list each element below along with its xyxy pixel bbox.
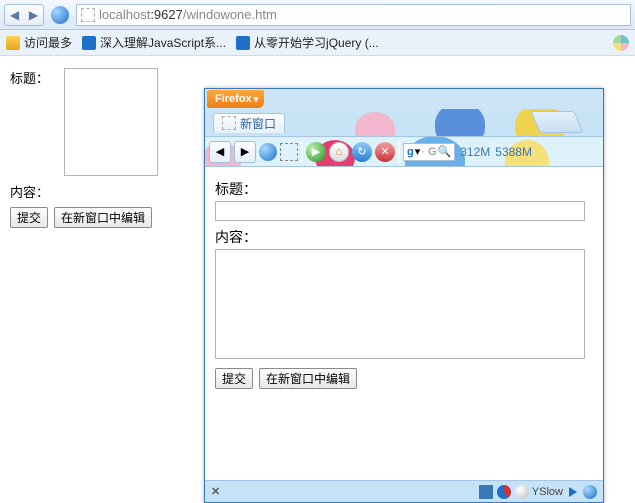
flower-icon (613, 35, 629, 51)
separator (398, 141, 400, 163)
outer-submit-button[interactable]: 提交 (10, 207, 48, 228)
back-button[interactable]: ◀ (10, 8, 19, 22)
tab-label: 新窗口 (240, 115, 276, 132)
inner-toolbar: ◀ ▶ ▶ ⌂ ↻ ✕ g ▾ · G 🔍 312M 5388M (205, 137, 603, 167)
firefox-menu-button[interactable]: Firefox ▾ (207, 90, 264, 108)
inner-back-button[interactable]: ◀ (209, 141, 231, 163)
url-path: /windowone.htm (183, 7, 277, 22)
separator (301, 141, 303, 163)
inner-firefox-window: Firefox ▾ 新窗口 ◀ ▶ ▶ ⌂ ↻ (204, 88, 604, 503)
forward-button[interactable]: ▶ (29, 8, 38, 22)
outer-nav: ◀ ▶ localhost:9627/windowone.htm (0, 0, 635, 30)
inner-forward-button[interactable]: ▶ (234, 141, 256, 163)
google-g-icon: g (407, 146, 414, 158)
outer-title-input[interactable] (64, 68, 158, 176)
bookmark-jquery[interactable]: 从零开始学习jQuery (... (236, 34, 379, 51)
back-forward-group: ◀ ▶ (4, 4, 44, 26)
inner-submit-button[interactable]: 提交 (215, 368, 253, 389)
site-icon (82, 36, 96, 50)
inner-tabstrip: 新窗口 (205, 109, 603, 137)
star-icon (6, 36, 20, 50)
bookmark-bar: 访问最多 深入理解JavaScript系... 从零开始学习jQuery (..… (0, 30, 635, 56)
home-button[interactable]: ⌂ (329, 142, 349, 162)
url-host: localhost (99, 7, 150, 22)
inner-page-body: 标题： 内容： 提交 在新窗口中编辑 (205, 167, 603, 480)
chevron-down-icon: ▾ (254, 94, 259, 105)
go-button[interactable]: ▶ (306, 142, 326, 162)
memory-usage-2: 5388M (495, 145, 532, 159)
new-tab-button[interactable] (531, 111, 584, 133)
site-icon (236, 36, 250, 50)
pie-icon[interactable] (497, 485, 511, 499)
address-bar[interactable]: localhost:9627/windowone.htm (76, 4, 631, 26)
inner-content-label: 内容： (215, 227, 593, 247)
page-icon (81, 8, 95, 22)
reload-button[interactable]: ↻ (352, 142, 372, 162)
page-icon (222, 116, 236, 130)
url-port: :9627 (150, 7, 183, 22)
tab-new-window[interactable]: 新窗口 (213, 113, 285, 133)
outer-page: 标题： 内容： 提交 在新窗口中编辑 Firefox ▾ 新窗口 (0, 56, 635, 503)
bookmark-label: 从零开始学习jQuery (... (254, 34, 379, 51)
inner-open-window-button[interactable]: 在新窗口中编辑 (259, 368, 357, 389)
decor-bird-icon (355, 112, 395, 137)
inner-content-textarea[interactable] (215, 249, 585, 359)
inner-titlebar[interactable]: Firefox ▾ (205, 89, 603, 109)
outer-title-label: 标题： (10, 68, 64, 176)
google-search-box[interactable]: g ▾ · G 🔍 (403, 143, 455, 161)
chevron-down-icon: ▾ (415, 145, 421, 158)
globe-icon (51, 6, 69, 24)
inner-title-label: 标题： (215, 179, 593, 199)
globe-icon[interactable] (583, 485, 597, 499)
outer-content-label: 内容： (10, 182, 64, 201)
outer-open-window-button[interactable]: 在新窗口中编辑 (54, 207, 152, 228)
stop-button[interactable]: ✕ (375, 142, 395, 162)
memory-usage-1: 312M (460, 145, 490, 159)
globe-icon[interactable] (259, 143, 277, 161)
search-icon: 🔍 (438, 145, 452, 158)
bookmark-js[interactable]: 深入理解JavaScript系... (82, 34, 226, 51)
inner-url-icon[interactable] (280, 143, 298, 161)
url-text: localhost:9627/windowone.htm (99, 7, 277, 22)
firebug-icon[interactable] (479, 485, 493, 499)
decor-egg-icon (435, 109, 485, 137)
yslow-icon[interactable] (515, 485, 529, 499)
visit-most-bookmark[interactable]: 访问最多 (6, 34, 72, 51)
google-hint: · G (421, 146, 436, 158)
inner-title-input[interactable] (215, 201, 585, 221)
play-icon[interactable] (569, 487, 577, 497)
statusbar-close-button[interactable]: ✕ (211, 485, 220, 498)
inner-statusbar: ✕ YSlow (205, 480, 603, 502)
bookmark-label: 深入理解JavaScript系... (100, 34, 226, 51)
firefox-label: Firefox (215, 93, 252, 105)
bookmark-label: 访问最多 (24, 34, 72, 51)
yslow-label[interactable]: YSlow (532, 486, 563, 498)
